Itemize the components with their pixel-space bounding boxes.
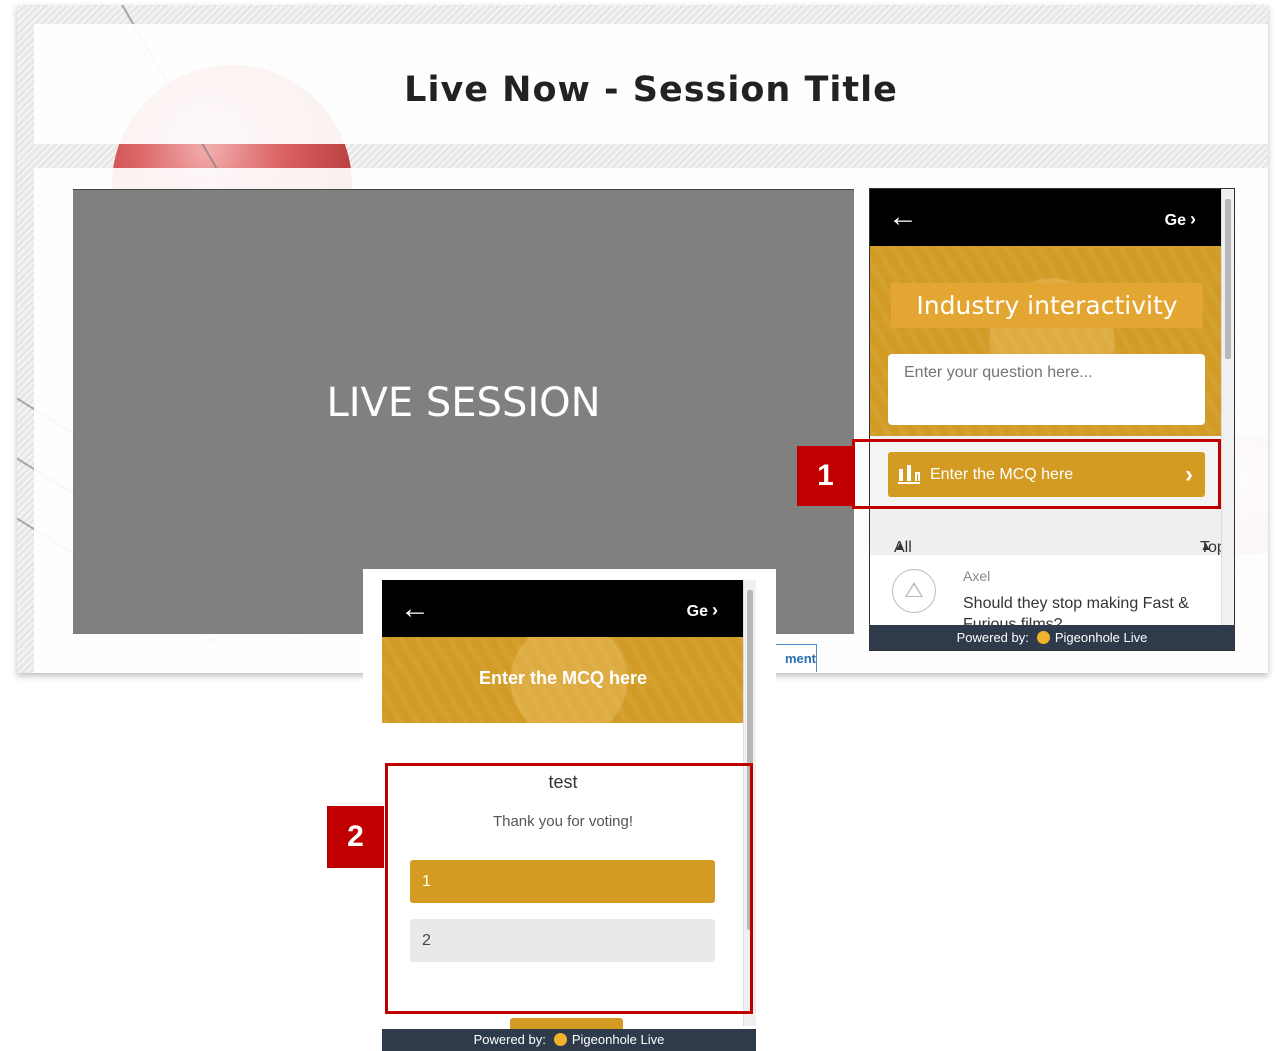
poll-header: Enter the MCQ here — [478, 668, 648, 688]
highlight-box-1 — [852, 439, 1221, 509]
session-name: Industry interactivity — [891, 283, 1203, 328]
title-banner: Live Now - Session Title — [34, 24, 1268, 144]
widget-footer: Powered by: Pigeonhole Live — [870, 625, 1234, 650]
video-label: LIVE SESSION — [326, 380, 601, 426]
annotation-label-2: 2 — [327, 806, 384, 868]
footer-brand: Pigeonhole Live — [571, 1032, 665, 1047]
widget-header-bar: ← Ge › — [870, 189, 1234, 246]
question-input[interactable] — [888, 354, 1205, 425]
footer-prefix: Powered by: — [473, 1032, 546, 1047]
back-arrow-icon[interactable]: ← — [888, 202, 918, 232]
comment-tab[interactable]: ment — [772, 644, 817, 672]
sort-caret-icon: ▲︎ — [1200, 539, 1212, 553]
page-title: Live Now - Session Title — [404, 70, 898, 110]
pigeonhole-widget-main: ← Ge› Industry interactivity Enter the M… — [869, 188, 1235, 651]
footer-prefix: Powered by: — [956, 630, 1029, 645]
footer-brand: Pigeonhole Live — [1054, 630, 1148, 645]
pigeonhole-logo-icon — [1036, 631, 1050, 644]
scrollbar[interactable] — [1221, 189, 1234, 625]
question-item: Axel Should they stop making Fast & Furi… — [870, 555, 1222, 633]
poll-banner: Enter the MCQ here — [382, 637, 756, 723]
annotation-label-1: 1 — [797, 446, 854, 506]
scrollbar-thumb[interactable] — [1225, 199, 1231, 359]
chevron-right-icon: › — [712, 600, 718, 620]
widget-header-bar: ← Ge › — [382, 580, 756, 637]
nav-label: Ge — [686, 603, 708, 620]
nav-next-button[interactable]: Ge › — [687, 600, 718, 621]
nav-next-button[interactable]: Ge › — [1165, 209, 1196, 230]
back-arrow-icon[interactable]: ← — [400, 594, 430, 624]
question-filters: All questions (6) ▲︎ Top voted ▲︎ — [870, 507, 1234, 592]
chevron-right-icon: › — [1190, 209, 1196, 229]
question-author: Axel — [963, 568, 991, 584]
upvote-icon[interactable] — [892, 569, 936, 613]
pigeonhole-logo-icon — [553, 1033, 567, 1046]
highlight-box-2 — [385, 763, 753, 1014]
widget-footer: Powered by: Pigeonhole Live — [382, 1029, 756, 1051]
video-player[interactable]: LIVE SESSION — [73, 189, 854, 634]
sort-caret-icon: ▲︎ — [894, 539, 906, 553]
session-banner: Industry interactivity — [870, 246, 1234, 436]
nav-label: Ge — [1164, 212, 1186, 229]
